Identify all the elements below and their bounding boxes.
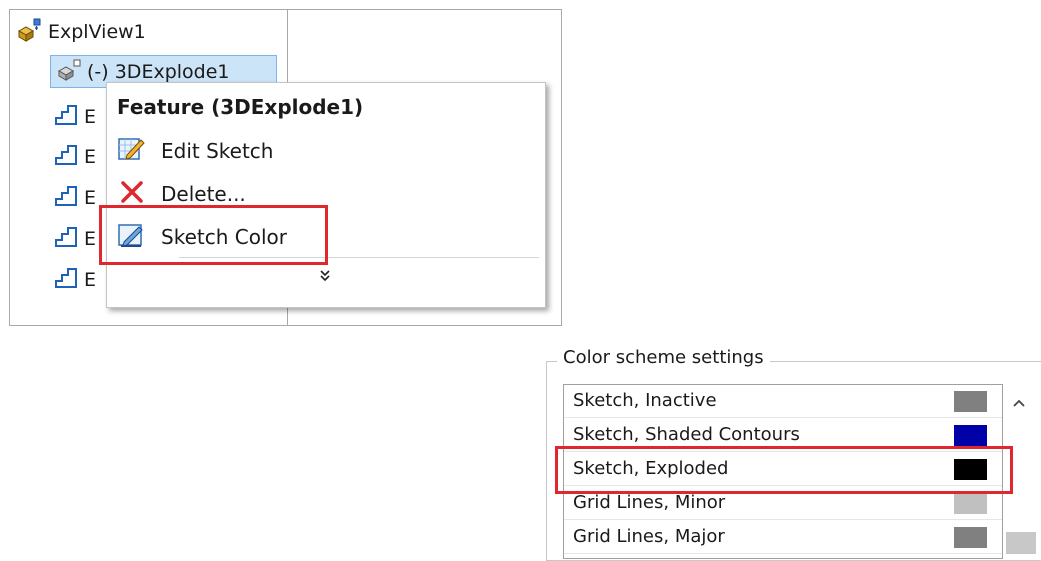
expand-menu-chevron-icon[interactable] — [315, 269, 335, 289]
tree-item-label: ExplView1 — [48, 21, 146, 43]
color-row-label: Sketch, Shaded Contours — [573, 424, 800, 445]
color-row-sketch-inactive[interactable]: Sketch, Inactive — [564, 385, 1002, 418]
tree-item-label: (-) 3DExplode1 — [87, 60, 230, 83]
explode-step-icon — [54, 185, 78, 211]
explode-step-icon — [54, 144, 78, 170]
highlight-sketch-color — [99, 205, 328, 265]
tree-item-label: E — [84, 187, 97, 209]
context-menu-title: Feature (3DExplode1) — [117, 95, 364, 119]
color-swatch[interactable] — [954, 391, 987, 412]
tree-item-step[interactable]: E — [54, 224, 96, 254]
tree-item-label: E — [84, 146, 97, 168]
color-row-label: Grid Lines, Minor — [573, 492, 726, 513]
menu-item-label: Edit Sketch — [161, 139, 274, 163]
scroll-up-chevron-icon[interactable] — [1007, 393, 1031, 413]
tree-item-explview[interactable]: ExplView1 — [16, 17, 146, 47]
explode-step-icon — [54, 104, 78, 130]
tree-item-label: E — [84, 269, 97, 291]
exploded-view-icon — [16, 18, 42, 46]
scrollbar-thumb[interactable] — [1006, 532, 1036, 554]
tree-item-step[interactable]: E — [54, 102, 96, 132]
color-row-label: Sketch, Inactive — [573, 390, 717, 411]
color-row-grid-major[interactable]: Grid Lines, Major — [564, 521, 1002, 554]
explode-step-icon — [54, 267, 78, 293]
menu-item-edit-sketch[interactable]: Edit Sketch — [117, 133, 273, 169]
edit-sketch-icon — [117, 135, 147, 167]
color-swatch[interactable] — [954, 527, 987, 548]
3d-explode-icon — [57, 59, 81, 85]
color-swatch[interactable] — [954, 493, 987, 514]
tree-item-label: E — [84, 106, 97, 128]
tree-item-step[interactable]: E — [54, 142, 96, 172]
color-swatch[interactable] — [954, 425, 987, 446]
context-menu: Feature (3DExplode1) Edit Sketch Delete.… — [106, 82, 546, 308]
tree-item-step[interactable]: E — [54, 265, 96, 295]
highlight-sketch-exploded — [555, 446, 1013, 494]
tree-item-step[interactable]: E — [54, 183, 96, 213]
color-scheme-legend: Color scheme settings — [557, 347, 770, 368]
color-row-label: Grid Lines, Major — [573, 526, 725, 547]
menu-item-label: Delete... — [161, 182, 246, 206]
tree-item-label: E — [84, 228, 97, 250]
explode-step-icon — [54, 226, 78, 252]
